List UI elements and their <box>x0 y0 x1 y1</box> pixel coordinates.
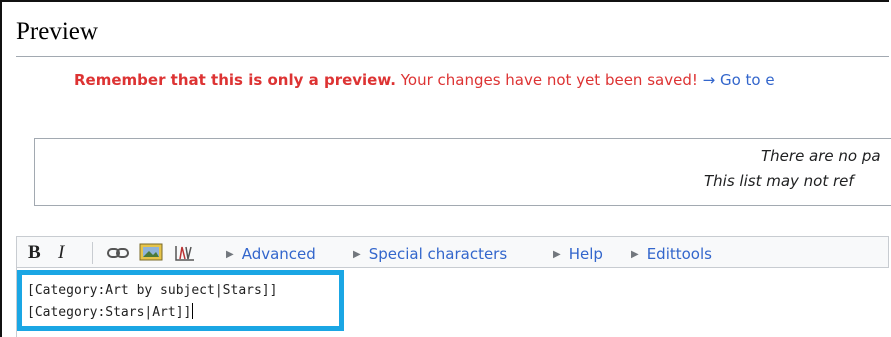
menu-edittools[interactable]: ▶ Edittools <box>631 245 712 263</box>
menu-advanced-label: Advanced <box>241 245 316 263</box>
menu-advanced[interactable]: ▶ Advanced <box>226 245 316 263</box>
triangle-right-icon: ▶ <box>553 249 561 260</box>
bold-button[interactable]: B <box>28 242 41 264</box>
goto-editform-link[interactable]: → Go to e <box>703 71 775 89</box>
menu-special-characters[interactable]: ▶ Special characters <box>353 245 507 263</box>
triangle-right-icon: ▶ <box>353 249 361 260</box>
page-title: Preview <box>16 18 98 45</box>
italic-button[interactable]: I <box>58 242 64 264</box>
triangle-right-icon: ▶ <box>631 249 639 260</box>
templates-empty-text: There are no pa <box>761 147 881 165</box>
editor-line[interactable]: [Category:Art by subject|Stars]] <box>27 283 277 298</box>
notice-strong-text: Remember that this is only a preview. <box>74 71 396 89</box>
menu-help-label: Help <box>568 245 603 263</box>
title-divider <box>16 56 889 57</box>
templates-note-text: This list may not ref <box>704 172 854 190</box>
menu-edittools-label: Edittools <box>646 245 712 263</box>
text-caret <box>192 303 194 319</box>
editor-line-text: [Category:Stars|Art]] <box>27 305 192 320</box>
image-icon[interactable] <box>139 243 163 265</box>
link-icon[interactable] <box>107 245 129 264</box>
menu-help[interactable]: ▶ Help <box>553 245 603 263</box>
reference-icon[interactable] <box>174 244 196 266</box>
highlight-box <box>17 270 344 331</box>
preview-notice: Remember that this is only a preview. Yo… <box>74 71 775 89</box>
toolbar-separator <box>92 242 93 264</box>
menu-special-characters-label: Special characters <box>368 245 508 263</box>
editor-line[interactable]: [Category:Stars|Art]] <box>27 303 194 320</box>
triangle-right-icon: ▶ <box>226 249 234 260</box>
notice-text: Your changes have not yet been saved! <box>395 71 703 89</box>
